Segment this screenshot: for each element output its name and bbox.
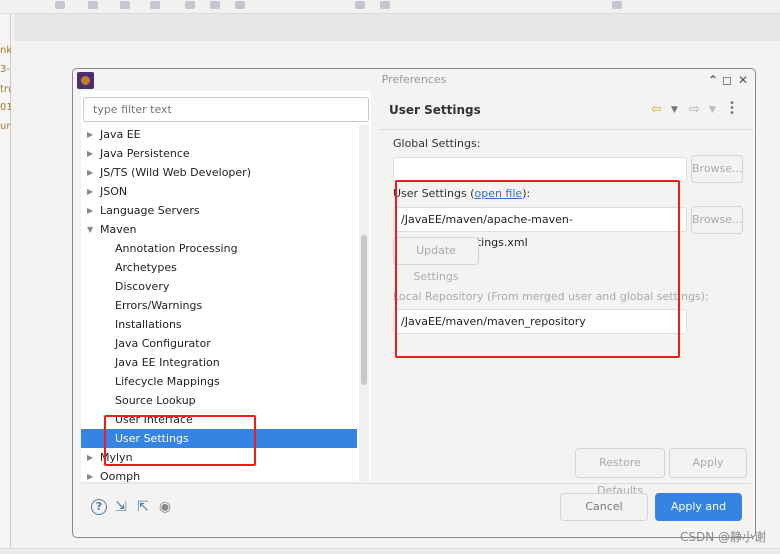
collapsed-arrow-icon[interactable]: ▶ (87, 163, 93, 182)
tree-item[interactable]: ▶ Java EE (81, 125, 357, 144)
tree-item-label: Errors/Warnings (115, 299, 203, 312)
tree-item-label: Source Lookup (115, 394, 196, 407)
toolbar-icon[interactable] (88, 1, 98, 9)
global-settings-label: Global Settings: (393, 137, 481, 150)
tree-item-label: JSON (100, 185, 128, 198)
toolbar-icon[interactable] (612, 1, 622, 9)
main-toolbar (0, 0, 780, 14)
tree-item[interactable]: Source Lookup (81, 391, 357, 410)
toolbar-icon[interactable] (120, 1, 130, 9)
tree-item[interactable]: ▼ Maven (81, 220, 357, 239)
restore-defaults-button[interactable]: Restore Defaults (575, 448, 665, 497)
apply-and-close-button[interactable]: Apply and Close (655, 493, 742, 539)
tree-item[interactable]: Errors/Warnings (81, 296, 357, 315)
back-dropdown-icon[interactable]: ▼ (671, 105, 678, 115)
user-browse-button[interactable]: Browse... (691, 206, 743, 234)
collapsed-arrow-icon[interactable]: ▶ (87, 448, 93, 467)
highlight-box (395, 180, 680, 358)
background-text: 01- (0, 102, 11, 113)
global-browse-button[interactable]: Browse... (691, 155, 743, 183)
tree-item-label: Maven (100, 223, 137, 236)
status-bar (0, 548, 780, 554)
background-text: ur (0, 121, 11, 132)
back-arrow-icon[interactable]: ⇦ (651, 102, 662, 117)
tree-item-label: Installations (115, 318, 182, 331)
toolbar-icon[interactable] (150, 1, 160, 9)
tree-item-label: JS/TS (Wild Web Developer) (100, 166, 251, 179)
collapsed-arrow-icon[interactable]: ▶ (87, 201, 93, 220)
dialog-title: Preferences (381, 73, 447, 86)
tree-scrollbar[interactable] (359, 125, 369, 481)
tree-item[interactable]: Lifecycle Mappings (81, 372, 357, 391)
tree-item[interactable]: Annotation Processing (81, 239, 357, 258)
editor-area-header (14, 14, 780, 41)
tree-item-label: Lifecycle Mappings (115, 375, 220, 388)
cancel-button[interactable]: Cancel (560, 493, 648, 521)
collapsed-arrow-icon[interactable]: ▶ (87, 182, 93, 201)
toolbar-icon[interactable] (380, 1, 390, 9)
expanded-arrow-icon[interactable]: ▼ (87, 220, 93, 239)
divider (379, 129, 753, 130)
export-icon[interactable]: ⇱ (135, 499, 151, 515)
background-text: tru (0, 84, 11, 95)
tree-item-label: Java EE (100, 128, 141, 141)
toolbar-icon[interactable] (55, 1, 65, 9)
menu-icon[interactable]: • • • (729, 99, 735, 119)
background-view: nk 3- tru 01- ur (0, 14, 11, 554)
tree-item[interactable]: ▶ Java Persistence (81, 144, 357, 163)
minimize-icon[interactable]: ⌃ (706, 72, 720, 88)
toolbar-icon[interactable] (355, 1, 365, 9)
tree-item[interactable]: ▶ JS/TS (Wild Web Developer) (81, 163, 357, 182)
tree-item[interactable]: Java Configurator (81, 334, 357, 353)
divider (81, 483, 751, 484)
maximize-icon[interactable]: ◻ (720, 72, 734, 88)
collapsed-arrow-icon[interactable]: ▶ (87, 125, 93, 144)
tree-item-label: Annotation Processing (115, 242, 238, 255)
tree-item[interactable]: ▶ JSON (81, 182, 357, 201)
toolbar-icon[interactable] (210, 1, 220, 9)
tree-item[interactable]: Discovery (81, 277, 357, 296)
highlight-box (104, 415, 256, 466)
record-icon[interactable]: ◉ (157, 499, 173, 515)
filter-input[interactable] (83, 97, 369, 122)
tree-item-label: Java Persistence (100, 147, 190, 160)
help-icon[interactable]: ? (91, 499, 107, 515)
forward-arrow-icon[interactable]: ⇨ (689, 102, 700, 117)
global-settings-input[interactable] (393, 157, 687, 182)
toolbar-icon[interactable] (235, 1, 245, 9)
page-title: User Settings (389, 103, 481, 117)
tree-item[interactable]: Archetypes (81, 258, 357, 277)
apply-button[interactable]: Apply (669, 448, 747, 478)
tree-item-label: Archetypes (115, 261, 177, 274)
tree-item-label: Java Configurator (115, 337, 211, 350)
tree-item-label: Language Servers (100, 204, 200, 217)
import-icon[interactable]: ⇲ (113, 499, 129, 515)
background-text: 3- (0, 64, 10, 75)
collapsed-arrow-icon[interactable]: ▶ (87, 144, 93, 163)
forward-dropdown-icon[interactable]: ▼ (709, 105, 716, 115)
close-icon[interactable]: ✕ (736, 72, 750, 88)
tree-item[interactable]: ▶ Language Servers (81, 201, 357, 220)
tree-item-label: Discovery (115, 280, 170, 293)
tree-item[interactable]: Java EE Integration (81, 353, 357, 372)
toolbar-icon[interactable] (185, 1, 195, 9)
scrollbar-thumb[interactable] (361, 235, 367, 385)
tree-item-label: Java EE Integration (115, 356, 220, 369)
background-text: nk (0, 45, 11, 56)
watermark: CSDN @静小谢 (679, 530, 766, 544)
tree-item[interactable]: Installations (81, 315, 357, 334)
